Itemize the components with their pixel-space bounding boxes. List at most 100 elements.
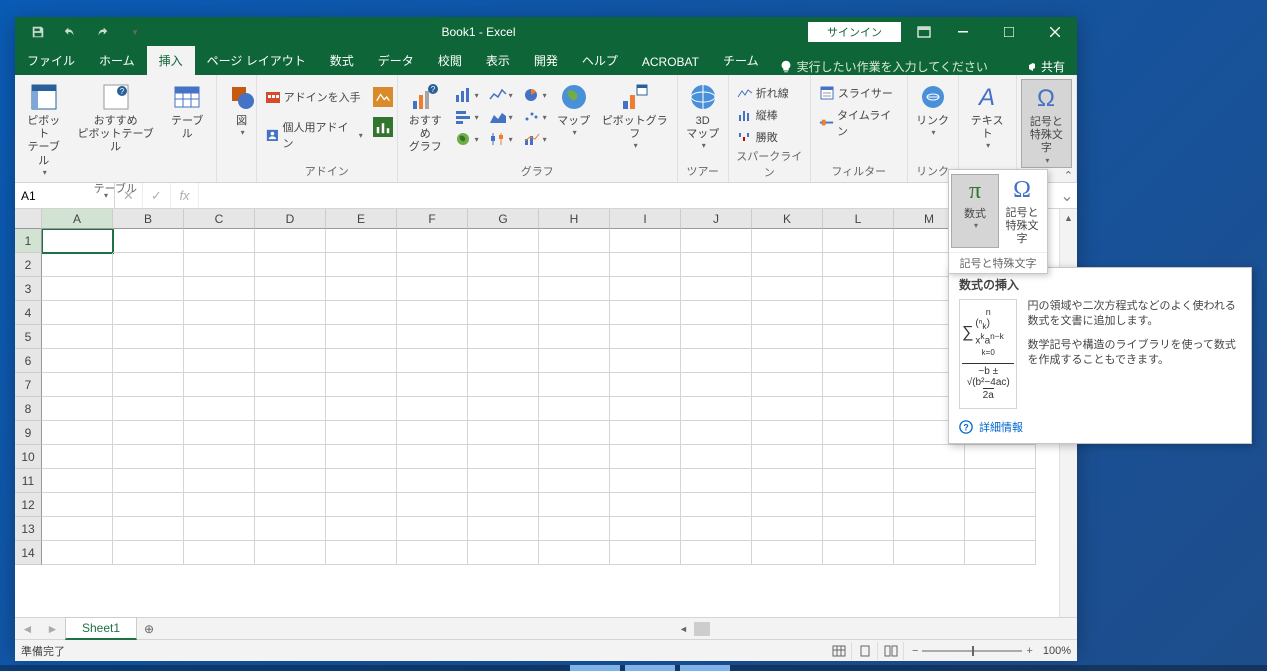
tab-developer[interactable]: 開発 [522,46,570,75]
save-icon[interactable] [23,20,53,44]
column-chart-icon[interactable]: ▾ [451,85,483,105]
maps-button[interactable]: マップ▾ [553,79,595,140]
row-header[interactable]: 7 [15,373,42,397]
row-header[interactable]: 1 [15,229,42,253]
row-header[interactable]: 5 [15,325,42,349]
minimize-button[interactable] [941,17,985,47]
tab-help[interactable]: ヘルプ [570,46,630,75]
ribbon-display-icon[interactable] [909,20,939,44]
insert-function-icon[interactable]: fx [171,183,199,208]
formula-cancel-icon[interactable]: ✕ [115,183,143,208]
tab-team[interactable]: チーム [711,46,771,75]
tell-me-search[interactable]: 実行したい作業を入力してください [771,58,996,75]
column-header[interactable]: G [468,209,539,229]
get-addins-button[interactable]: アドインを入手 [261,87,367,107]
column-header[interactable]: L [823,209,894,229]
row-header[interactable]: 8 [15,397,42,421]
column-header[interactable]: J [681,209,752,229]
close-button[interactable] [1033,17,1077,47]
pivot-table-button[interactable]: ピボット テーブル▾ [19,79,68,179]
column-header[interactable]: K [752,209,823,229]
qat-dropdown-icon[interactable]: ▼ [119,20,149,44]
map-chart-icon[interactable]: ▾ [451,129,483,149]
row-header[interactable]: 6 [15,349,42,373]
row-header[interactable]: 11 [15,469,42,493]
recommended-pivot-button[interactable]: ?おすすめ ピボットテーブル [70,79,160,157]
line-chart-icon[interactable]: ▾ [485,85,517,105]
cells[interactable] [42,229,1059,617]
table-button[interactable]: テーブル [163,79,212,143]
zoom-slider[interactable] [922,650,1022,652]
tab-view[interactable]: 表示 [474,46,522,75]
row-header[interactable]: 10 [15,445,42,469]
pie-chart-icon[interactable]: ▾ [519,85,551,105]
cell-a1[interactable] [42,229,113,253]
tab-review[interactable]: 校閲 [426,46,474,75]
scatter-chart-icon[interactable]: ▾ [519,107,551,127]
row-header[interactable]: 3 [15,277,42,301]
collapse-ribbon-icon[interactable]: ⌃ [1064,169,1073,182]
column-header[interactable]: H [539,209,610,229]
text-button[interactable]: Aテキスト▾ [963,79,1012,153]
add-sheet-button[interactable]: ⊕ [137,622,161,636]
zoom-in-button[interactable]: + [1026,645,1032,657]
normal-view-icon[interactable] [828,642,852,660]
page-break-view-icon[interactable] [880,642,904,660]
tooltip-more-info[interactable]: ? 詳細情報 [959,419,1241,435]
column-header[interactable]: F [397,209,468,229]
people-graph-icon[interactable] [373,117,393,137]
column-header[interactable]: D [255,209,326,229]
my-addins-button[interactable]: 個人用アドイン▾ [261,117,367,153]
area-chart-icon[interactable]: ▾ [485,107,517,127]
sparkline-winloss-button[interactable]: 勝敗 [733,127,793,147]
sheet-nav[interactable]: ◄► [15,622,65,636]
sparkline-column-button[interactable]: 縦棒 [733,105,793,125]
horizontal-scrollbar[interactable]: ◄ [677,622,1077,636]
row-header[interactable]: 13 [15,517,42,541]
equation-menu-item[interactable]: π 数式 ▾ [951,174,999,248]
column-header[interactable]: I [610,209,681,229]
tab-insert[interactable]: 挿入 [147,46,195,75]
undo-icon[interactable] [55,20,85,44]
slicer-button[interactable]: スライサー [815,83,903,103]
signin-button[interactable]: サインイン [808,22,901,42]
bing-maps-icon[interactable] [373,87,393,107]
name-box[interactable]: A1▾ [15,183,115,208]
tab-home[interactable]: ホーム [87,46,147,75]
pivot-chart-button[interactable]: ピボットグラフ▾ [597,79,673,153]
row-header[interactable]: 2 [15,253,42,277]
bar-chart-icon[interactable]: ▾ [451,107,483,127]
column-header[interactable]: B [113,209,184,229]
row-header[interactable]: 14 [15,541,42,565]
stock-chart-icon[interactable]: ▾ [485,129,517,149]
column-header[interactable]: E [326,209,397,229]
page-layout-view-icon[interactable] [854,642,878,660]
3d-map-button[interactable]: 3D マップ▾ [682,79,724,153]
zoom-value[interactable]: 100% [1043,645,1071,657]
link-button[interactable]: リンク▾ [912,79,954,140]
timeline-button[interactable]: タイムライン [815,105,903,141]
recommended-charts-button[interactable]: ?おすすめ グラフ [402,79,449,157]
tab-page-layout[interactable]: ページ レイアウト [195,46,318,75]
symbols-button[interactable]: Ω記号と 特殊文字▾ [1021,79,1072,168]
symbol-menu-item[interactable]: Ω 記号と 特殊文字 [999,174,1045,248]
tab-data[interactable]: データ [366,46,426,75]
maximize-button[interactable] [987,17,1031,47]
column-header[interactable]: C [184,209,255,229]
tab-acrobat[interactable]: ACROBAT [630,49,711,75]
combo-chart-icon[interactable]: ▾ [519,129,551,149]
share-button[interactable]: 共有 [1012,58,1077,75]
row-header[interactable]: 12 [15,493,42,517]
select-all-corner[interactable] [15,209,42,229]
zoom-out-button[interactable]: − [912,645,918,657]
tab-formulas[interactable]: 数式 [318,46,366,75]
sheet-tab[interactable]: Sheet1 [65,617,137,640]
row-header[interactable]: 4 [15,301,42,325]
sparkline-line-button[interactable]: 折れ線 [733,83,793,103]
expand-formula-bar-icon[interactable]: ⌄ [1057,186,1077,206]
row-header[interactable]: 9 [15,421,42,445]
column-header[interactable]: A [42,209,113,229]
redo-icon[interactable] [87,20,117,44]
tab-file[interactable]: ファイル [15,46,87,75]
formula-enter-icon[interactable]: ✓ [143,183,171,208]
